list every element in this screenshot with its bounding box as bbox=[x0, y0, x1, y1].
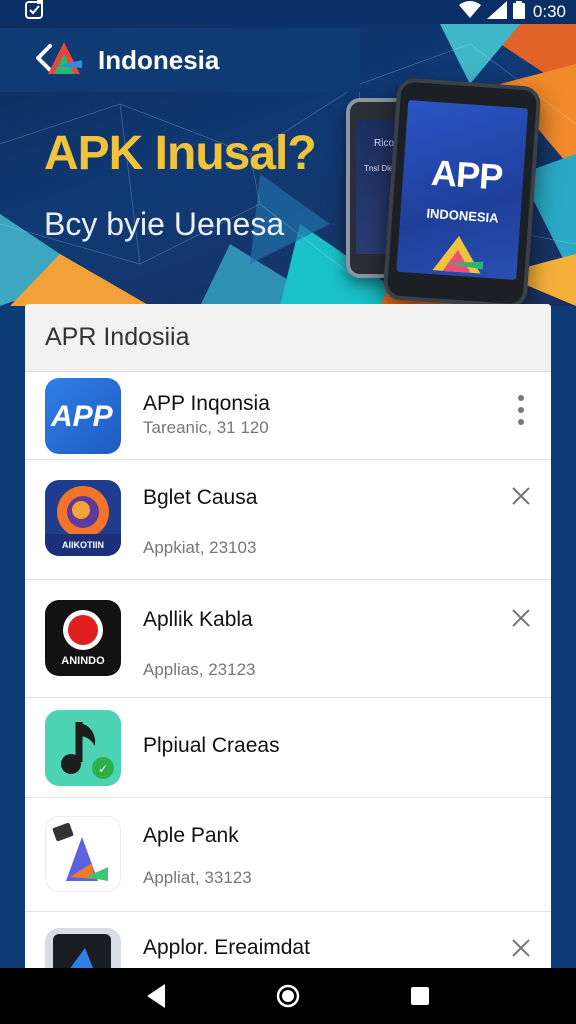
phone-front-subtitle: INDONESIA bbox=[425, 205, 500, 226]
music-note-icon[interactable]: ✓ bbox=[45, 710, 121, 786]
back-button[interactable] bbox=[136, 976, 176, 1016]
app-list[interactable]: APP APP Inqonsia Tareanic, 31 120 AIIKOT… bbox=[25, 372, 551, 968]
card-header: APR Indosiia bbox=[25, 304, 551, 372]
status-bar: 0:30 bbox=[0, 0, 576, 24]
banner-subtitle: Bcy byie Uenesa bbox=[44, 206, 285, 242]
close-icon[interactable] bbox=[507, 482, 535, 510]
app-list-card: APR Indosiia APP APP Inqonsia Tareanic, … bbox=[25, 304, 551, 968]
svg-text:✓: ✓ bbox=[98, 762, 108, 776]
brand-logo-icon[interactable] bbox=[24, 38, 88, 83]
app-name: Apllik Kabla bbox=[143, 608, 253, 631]
list-item[interactable]: ANINDO Apllik Kabla Applias, 23123 bbox=[25, 580, 551, 698]
battery-icon bbox=[512, 0, 525, 24]
home-circle-icon bbox=[276, 984, 300, 1008]
list-item[interactable]: APP APP Inqonsia Tareanic, 31 120 bbox=[25, 372, 551, 460]
home-button[interactable] bbox=[268, 976, 308, 1016]
app-details: Appkiat, 23103 bbox=[143, 538, 257, 557]
app-details: Applias, 23123 bbox=[143, 660, 256, 679]
phone-front-screen: APP INDONESIA bbox=[396, 100, 529, 280]
recents-button[interactable] bbox=[400, 976, 440, 1016]
phone-front-title: APP bbox=[429, 151, 504, 198]
app-logo-icon[interactable]: APP bbox=[45, 378, 121, 454]
promo-banner[interactable]: Indonesia APK Inusal? Bcy byie Uenesa Ri… bbox=[0, 24, 576, 306]
list-item[interactable]: Aple Pank Appliat, 33123 bbox=[25, 798, 551, 912]
system-nav-bar bbox=[0, 968, 576, 1024]
more-options-icon[interactable] bbox=[507, 395, 535, 425]
status-time: 0:30 bbox=[532, 2, 566, 21]
brand-title: Indonesia bbox=[98, 44, 220, 75]
close-icon[interactable] bbox=[507, 604, 535, 632]
recents-square-icon bbox=[411, 987, 429, 1005]
status-left bbox=[24, 0, 46, 25]
app-name: Applor. Ereaimdat bbox=[143, 936, 310, 959]
phone-front-logo-icon bbox=[432, 235, 484, 274]
close-icon[interactable] bbox=[507, 934, 535, 962]
brand-header: Indonesia bbox=[0, 28, 360, 92]
icon-label: AIIKOTIIN bbox=[62, 540, 104, 550]
svg-text:APP: APP bbox=[50, 400, 114, 433]
app-name: Aple Pank bbox=[143, 824, 239, 847]
app-name: APP Inqonsia bbox=[143, 392, 270, 415]
app-details: Appliat, 33123 bbox=[143, 868, 252, 887]
status-right: 0:30 bbox=[458, 0, 566, 24]
app-details: Tareanic, 31 120 bbox=[143, 418, 269, 437]
banner-title: APK Inusal? bbox=[44, 127, 317, 180]
icon-label: ANINDO bbox=[61, 655, 105, 667]
app-name: Bglet Causa bbox=[143, 486, 258, 509]
wifi-icon bbox=[458, 0, 481, 24]
list-item[interactable]: Applor. Ereaimdat bbox=[25, 912, 551, 968]
triangle-logo-icon[interactable] bbox=[45, 816, 121, 892]
firefox-style-icon[interactable]: AIIKOTIIN bbox=[45, 480, 121, 556]
record-icon[interactable]: ANINDO bbox=[45, 600, 121, 676]
tablet-app-icon[interactable] bbox=[45, 928, 121, 968]
list-item[interactable]: AIIKOTIIN Bglet Causa Appkiat, 23103 bbox=[25, 460, 551, 580]
signal-icon bbox=[486, 0, 507, 24]
notification-icon bbox=[24, 0, 46, 25]
back-triangle-icon bbox=[147, 984, 165, 1008]
app-name: Plpiual Craeas bbox=[143, 734, 280, 757]
list-item[interactable]: ✓ Plpiual Craeas bbox=[25, 698, 551, 798]
phone-illustration-front: APP INDONESIA bbox=[382, 77, 542, 306]
